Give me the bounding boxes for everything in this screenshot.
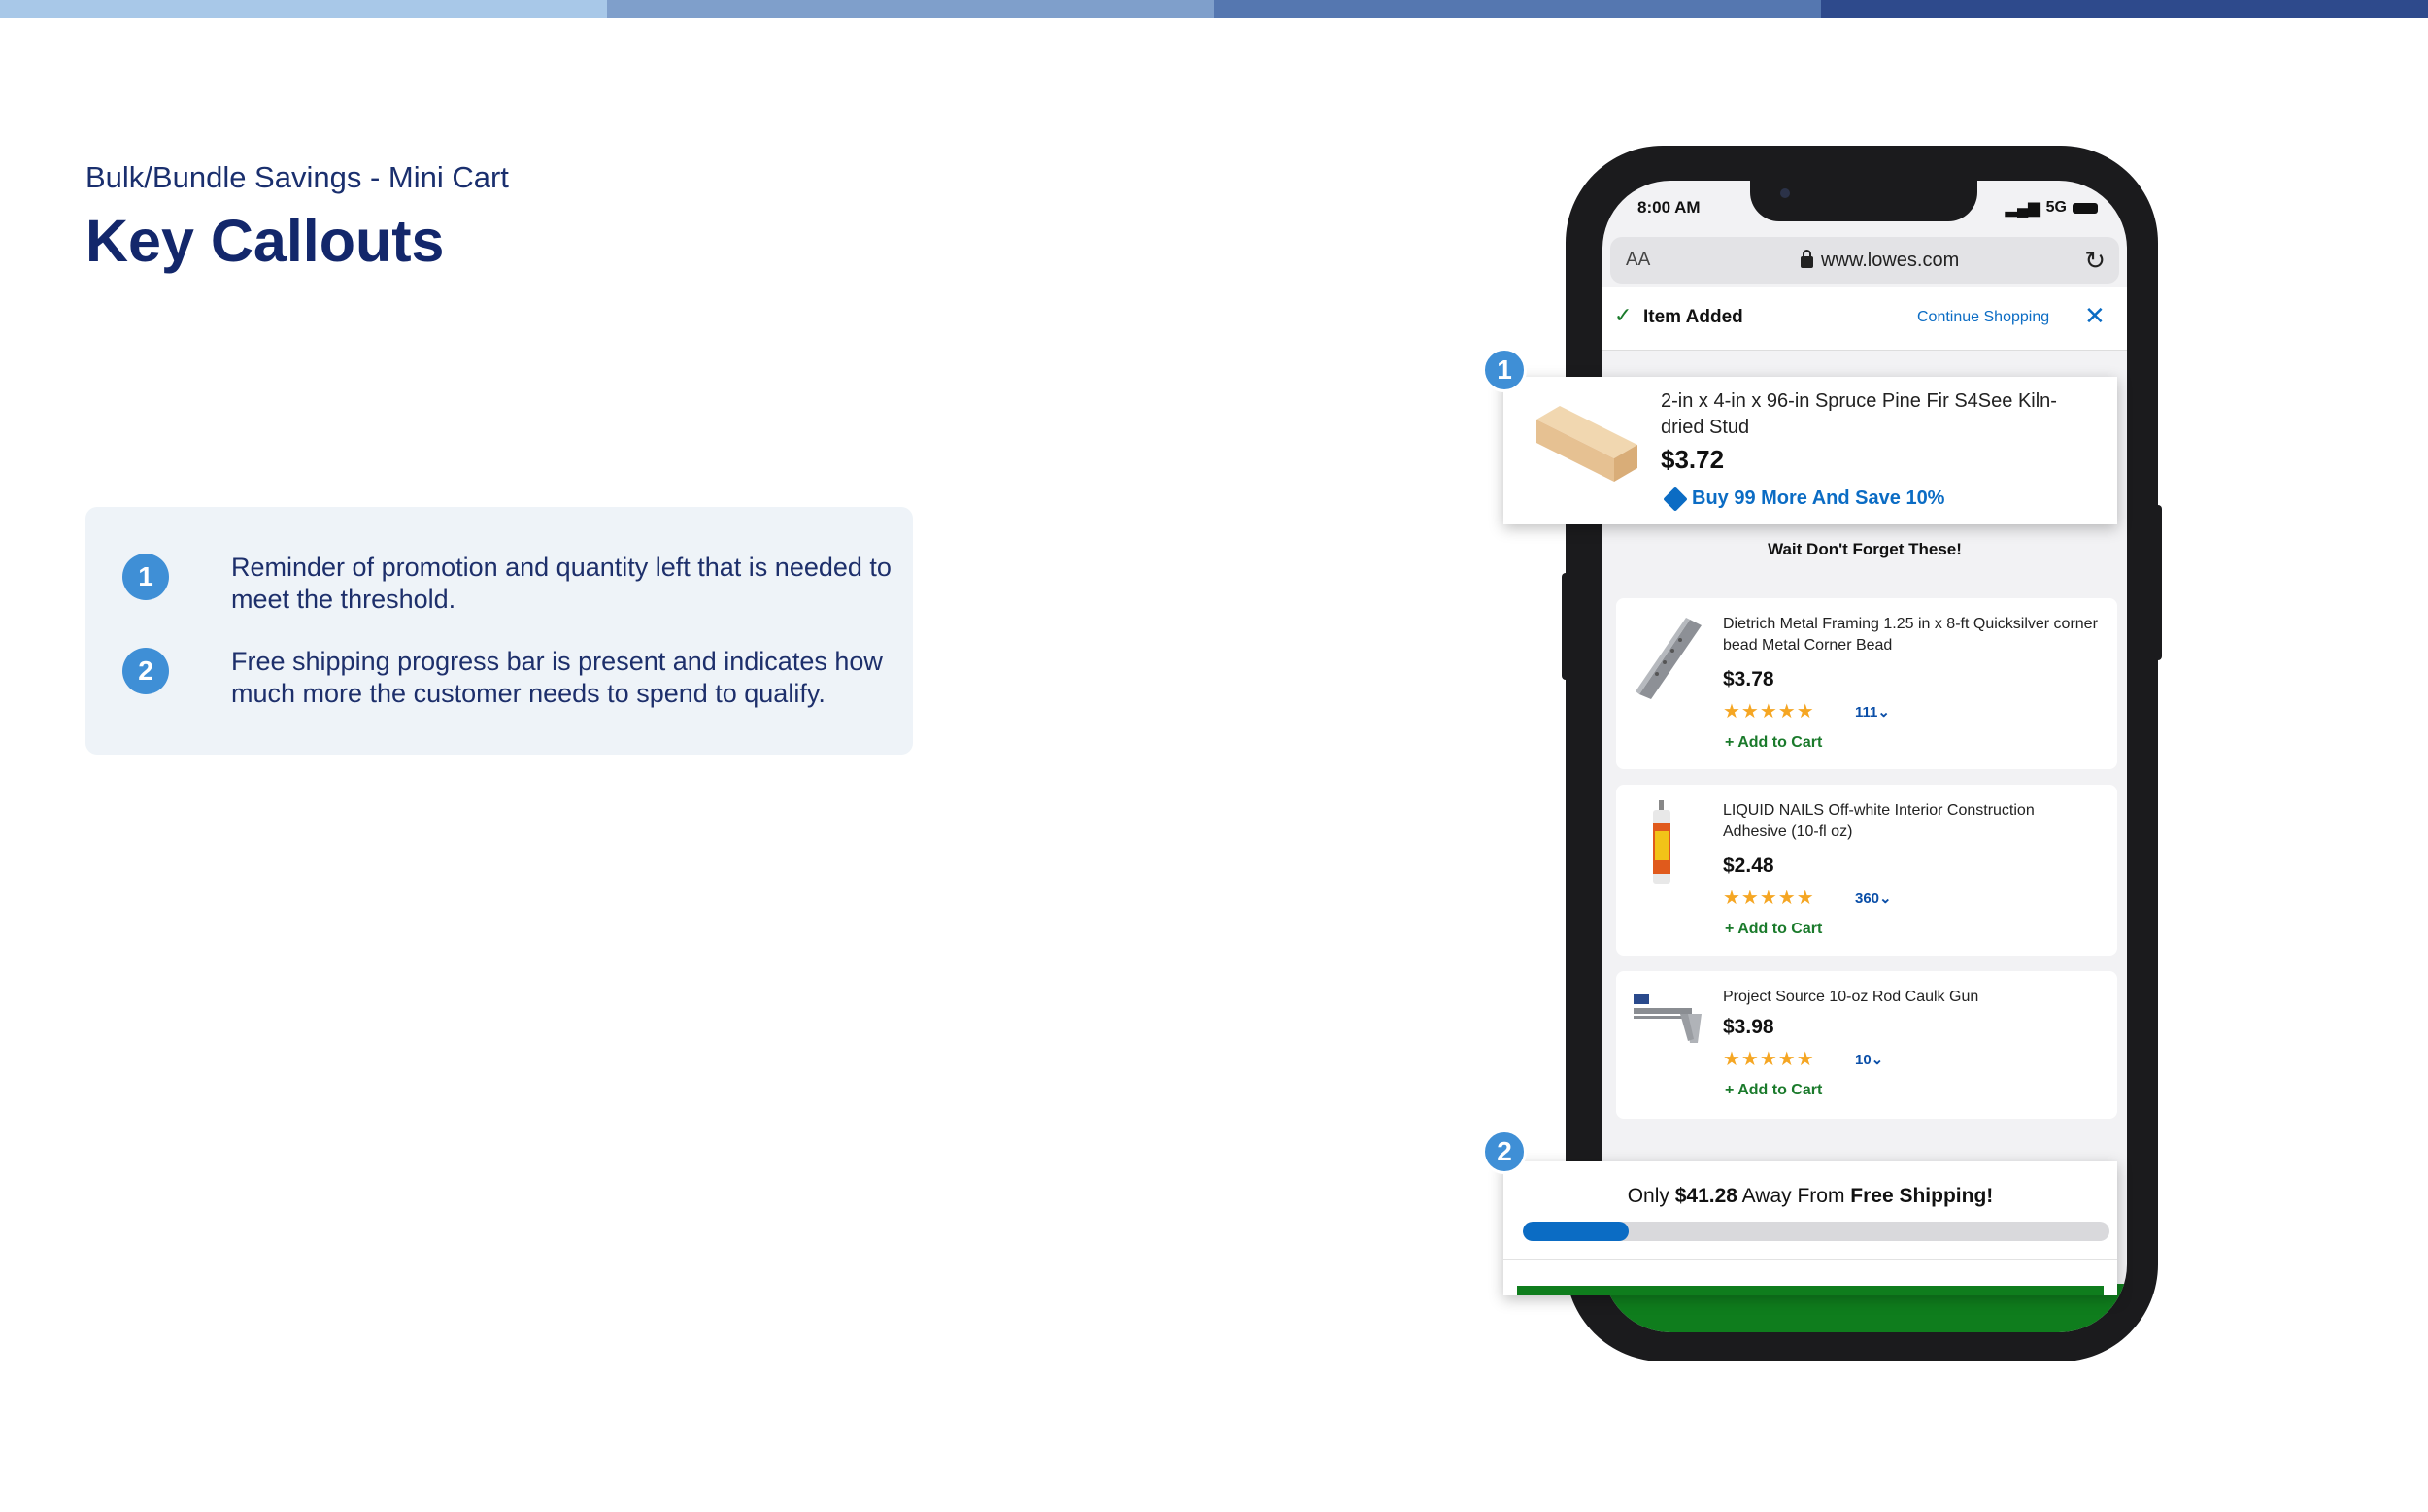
panel-divider	[1503, 1259, 2117, 1260]
callout-card: 1 Reminder of promotion and quantity lef…	[85, 507, 913, 755]
band-segment-1	[0, 0, 607, 18]
network-label: 5G	[2045, 199, 2067, 216]
tag-icon	[1663, 486, 1688, 512]
item-added-label: Item Added	[1643, 307, 1743, 327]
product-price: $3.72	[1661, 445, 1725, 474]
corner-bead-image	[1636, 618, 1702, 699]
wait-heading: Wait Don't Forget These!	[1768, 540, 1962, 558]
text-size-button[interactable]: AA	[1626, 250, 1650, 271]
band-segment-4	[1821, 0, 2428, 18]
url-display[interactable]: www.lowes.com	[1801, 250, 1959, 272]
recommendation-card: Project Source 10-oz Rod Caulk Gun $3.98…	[1616, 971, 2117, 1119]
shipping-progress-fill	[1523, 1222, 1629, 1241]
recommendation-name[interactable]: LIQUID NAILS Off-white Interior Construc…	[1723, 800, 2102, 843]
recommendation-price: $3.98	[1723, 1016, 1774, 1038]
checkout-button-peek	[1517, 1286, 2104, 1295]
slide-subtitle: Bulk/Bundle Savings - Mini Cart	[85, 160, 509, 194]
add-to-cart-button[interactable]: + Add to Cart	[1725, 921, 1822, 938]
callout-number-1: 1	[122, 554, 169, 600]
url-text: www.lowes.com	[1821, 249, 1960, 271]
front-camera-icon	[1780, 188, 1790, 198]
lock-icon	[1801, 250, 1813, 268]
callout-text-2: Free shipping progress bar is present an…	[231, 647, 883, 708]
callout-text-1: Reminder of promotion and quantity left …	[231, 553, 892, 614]
recommendation-price: $3.78	[1723, 668, 1774, 690]
signal-icon: ▂▄▆	[2005, 200, 2040, 217]
callout-badge-1: 1	[1482, 348, 1527, 392]
recommendation-card: LIQUID NAILS Off-white Interior Construc…	[1616, 785, 2117, 956]
browser-url-bar[interactable]: AA www.lowes.com ↻	[1610, 237, 2119, 284]
callout-item-1: 1 Reminder of promotion and quantity lef…	[122, 552, 911, 616]
recommendation-name[interactable]: Project Source 10-oz Rod Caulk Gun	[1723, 987, 2102, 1008]
continue-shopping-link[interactable]: Continue Shopping	[1917, 309, 2049, 326]
status-indicators: ▂▄▆ 5G	[2006, 198, 2098, 218]
add-to-cart-button[interactable]: + Add to Cart	[1725, 734, 1822, 752]
item-added-bar: ✓ Item Added Continue Shopping ✕	[1602, 287, 2127, 351]
status-time: 8:00 AM	[1637, 198, 1701, 217]
callout-number-2: 2	[122, 648, 169, 694]
phone-volume-button	[1562, 573, 1569, 680]
add-to-cart-button[interactable]: + Add to Cart	[1725, 1082, 1822, 1099]
recommendation-card: Dietrich Metal Framing 1.25 in x 8-ft Qu…	[1616, 598, 2117, 769]
phone-notch	[1750, 181, 1977, 221]
rating-stars: ★★★★★	[1723, 701, 1815, 722]
phone-power-button	[2154, 505, 2162, 660]
recommendation-price: $2.48	[1723, 855, 1774, 877]
promo-message[interactable]: Buy 99 More And Save 10%	[1663, 486, 1945, 512]
free-shipping-panel: Only $41.28 Away From Free Shipping!	[1503, 1161, 2117, 1295]
shipping-middle: Away From	[1737, 1185, 1851, 1207]
promo-text: Buy 99 More And Save 10%	[1692, 487, 1945, 509]
band-segment-3	[1214, 0, 1821, 18]
check-icon: ✓	[1614, 303, 1633, 327]
caulk-gun-image	[1634, 994, 1702, 1043]
product-name[interactable]: 2-in x 4-in x 96-in Spruce Pine Fir S4Se…	[1661, 388, 2098, 441]
slide-title: Key Callouts	[85, 208, 445, 274]
rating-count[interactable]: 360⌄	[1855, 890, 1892, 907]
recommendation-name[interactable]: Dietrich Metal Framing 1.25 in x 8-ft Qu…	[1723, 614, 2102, 656]
reload-icon[interactable]: ↻	[2084, 246, 2106, 276]
rating-count[interactable]: 10⌄	[1855, 1051, 1883, 1068]
shipping-goal: Free Shipping!	[1850, 1185, 1994, 1207]
top-color-band	[0, 0, 2428, 18]
close-icon[interactable]: ✕	[2084, 301, 2106, 331]
battery-icon	[2073, 202, 2098, 214]
free-shipping-message: Only $41.28 Away From Free Shipping!	[1503, 1185, 2117, 1208]
shipping-prefix: Only	[1627, 1185, 1675, 1207]
shipping-amount: $41.28	[1674, 1185, 1737, 1207]
phone-screen: 8:00 AM ▂▄▆ 5G AA www.lowes.com ↻ ✓ Item…	[1602, 181, 2127, 1332]
band-segment-2	[607, 0, 1214, 18]
rating-count[interactable]: 111⌄	[1855, 703, 1890, 721]
rating-stars: ★★★★★	[1723, 888, 1815, 909]
shipping-progress-bar	[1523, 1222, 2109, 1241]
callout-badge-2: 2	[1482, 1129, 1527, 1174]
added-product-card: 2-in x 4-in x 96-in Spruce Pine Fir S4Se…	[1503, 377, 2117, 524]
rating-stars: ★★★★★	[1723, 1049, 1815, 1070]
callout-item-2: 2 Free shipping progress bar is present …	[122, 646, 911, 710]
adhesive-tube-image	[1653, 800, 1670, 884]
lumber-stud-image	[1536, 406, 1637, 482]
